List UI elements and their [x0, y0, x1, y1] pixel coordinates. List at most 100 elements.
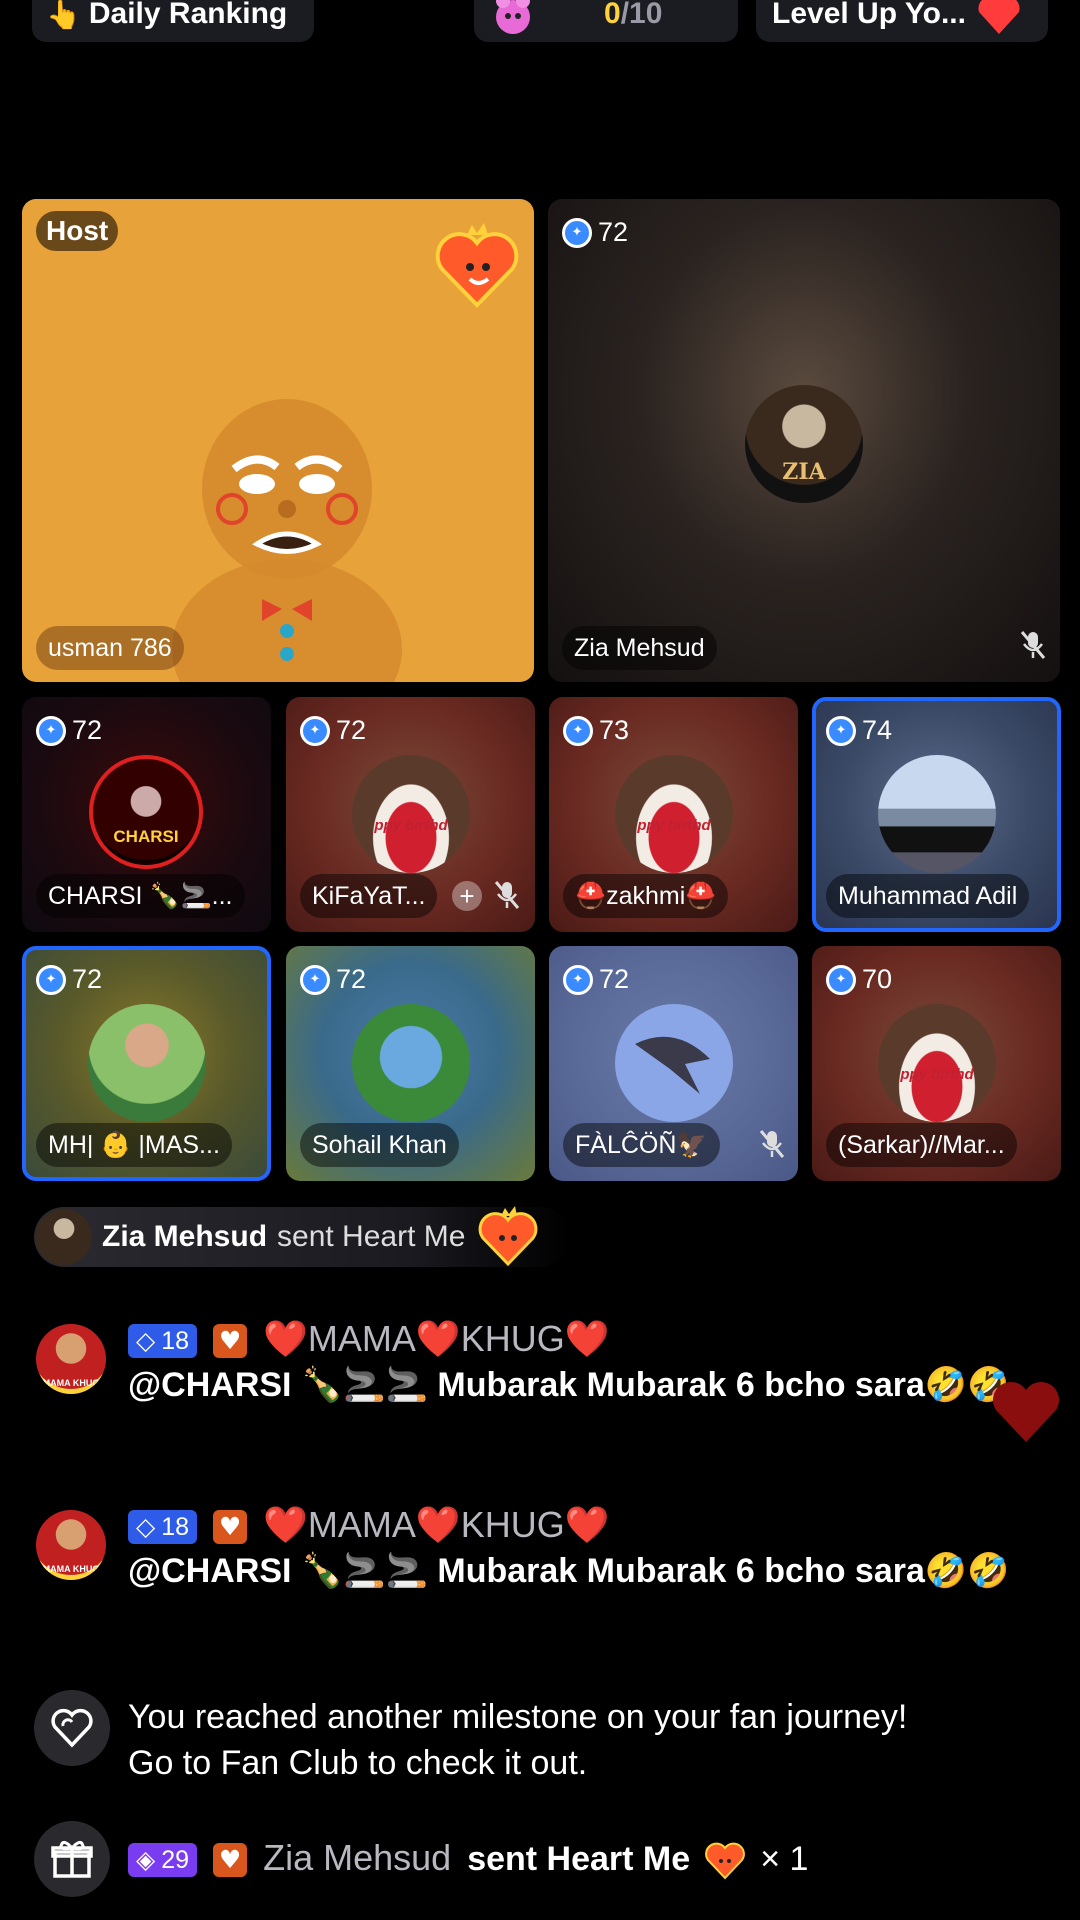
- seat-level: ✦ 72: [36, 715, 102, 746]
- cake-text: ppy birthd: [900, 1066, 974, 1083]
- seat-name: Zia Mehsud: [562, 626, 717, 670]
- gift-bunny-icon: [496, 0, 530, 34]
- seat-kifayat[interactable]: ✦ 72 ppy birthd KiFaYaT... +: [286, 697, 535, 932]
- host-name: usman 786: [36, 626, 184, 670]
- heart-icon: [978, 0, 1020, 34]
- level-star-icon: ✦: [563, 964, 593, 995]
- host-seat[interactable]: Host usman 786: [22, 199, 534, 682]
- seat-falcon[interactable]: ✦ 72 FÀLĈÖÑ🦅: [549, 946, 798, 1181]
- fan-club-badge: ♥: [213, 1324, 248, 1359]
- user-level-badge: ◇ 18: [128, 1510, 198, 1545]
- cake-text: ppy birthd: [637, 817, 711, 834]
- falcon-icon: [635, 1036, 710, 1094]
- chat-username: ❤️MAMA❤️KHUG❤️: [263, 1504, 610, 1545]
- seat-sarkar[interactable]: ✦ 70 ppy birthd (Sarkar)//Mar...: [812, 946, 1061, 1181]
- mic-muted-icon: [759, 1130, 785, 1158]
- gift-sender: Zia Mehsud: [102, 1220, 268, 1253]
- user-level-badge: ◈ 29: [128, 1843, 198, 1878]
- heart-badge-icon: ♥: [218, 1845, 242, 1875]
- pointing-hand-icon: 👆: [46, 0, 81, 31]
- avatar: [36, 1209, 92, 1265]
- milestone-line1: You reached another milestone on your fa…: [128, 1698, 908, 1736]
- gift-notice-banner: Zia Mehsud sent Heart Me: [34, 1206, 570, 1267]
- car-city-avatar: [878, 755, 996, 873]
- seat-sohail-khan[interactable]: ✦ 72 Sohail Khan: [286, 946, 535, 1181]
- gift-count: × 1: [760, 1840, 809, 1878]
- chat-header: ◇ 18 ♥ ❤️MAMA❤️KHUG❤️: [128, 1316, 1048, 1362]
- crowned-heart-icon: [435, 223, 519, 308]
- avatar-logo-text: MAMA KHUG: [42, 1564, 100, 1574]
- seat-level: ✦ 72: [300, 964, 366, 995]
- avatar: ZIA: [745, 385, 863, 503]
- chat-message: ◇ 18 ♥ ❤️MAMA❤️KHUG❤️ @CHARSI 🍾🚬🚬 Mubarak…: [128, 1502, 1048, 1594]
- birthday-cake-avatar: ppy birthd: [878, 1004, 996, 1122]
- diamond-icon: ◇: [136, 1512, 156, 1542]
- gift-message: ◈ 29 ♥ Zia Mehsud sent Heart Me × 1: [128, 1835, 1058, 1882]
- birthday-cake-avatar: ppy birthd: [352, 755, 470, 873]
- seat-name: Sohail Khan: [300, 1123, 459, 1167]
- user-level-badge: ◇ 18: [128, 1324, 198, 1359]
- gift-sender: Zia Mehsud: [263, 1837, 452, 1878]
- chat-username: ❤️MAMA❤️KHUG❤️: [263, 1318, 610, 1359]
- fan-club-button[interactable]: [34, 1690, 110, 1766]
- seat-charsi[interactable]: ✦ 72 CHARSI CHARSI 🍾🚬...: [22, 697, 271, 932]
- seat-zia-mehsud[interactable]: ✦ 72 ZIA Zia Mehsud: [548, 199, 1060, 682]
- heart-outline-icon: [51, 1708, 93, 1748]
- seat-level: ✦ 72: [562, 217, 628, 248]
- seat-name: (Sarkar)//Mar...: [826, 1123, 1017, 1167]
- level-star-icon: ✦: [826, 715, 856, 746]
- gift-button[interactable]: [34, 1821, 110, 1897]
- avatar-logo-text: MAMA KHUG: [42, 1378, 100, 1388]
- level-star-icon: ✦: [300, 715, 330, 746]
- avatar-logo-text: ZIA: [782, 459, 826, 485]
- fan-club-badge: ♥: [213, 1510, 248, 1545]
- seat-level: ✦ 72: [300, 715, 366, 746]
- seat-name: MH| 👶 |MAS...: [36, 1123, 232, 1167]
- chat-message: ◇ 18 ♥ ❤️MAMA❤️KHUG❤️ @CHARSI 🍾🚬🚬 Mubarak…: [128, 1316, 1048, 1408]
- chat-avatar[interactable]: MAMA KHUG: [36, 1510, 106, 1580]
- seat-level: ✦ 73: [563, 715, 629, 746]
- seat-name: ⛑️zakhmi⛑️: [563, 874, 729, 918]
- level-star-icon: ✦: [826, 964, 856, 995]
- seat-level: ✦ 72: [563, 964, 629, 995]
- seat-level: ✦ 70: [826, 964, 892, 995]
- birthday-cake-avatar: ppy birthd: [615, 755, 733, 873]
- floating-heart-icon: [992, 1381, 1060, 1442]
- falcon-avatar: [615, 1004, 733, 1122]
- seat-name: Muhammad Adil: [826, 874, 1030, 918]
- level-star-icon: ✦: [300, 964, 330, 995]
- mic-muted-icon: [1020, 631, 1046, 659]
- seat-muhammad-adil[interactable]: ✦ 74 Muhammad Adil: [812, 697, 1061, 932]
- task-progress-button[interactable]: 0/10: [474, 0, 738, 42]
- level-up-button[interactable]: Level Up Yo...: [756, 0, 1048, 42]
- progress-current: 0: [604, 0, 621, 30]
- heart-badge-icon: ♥: [218, 1326, 242, 1356]
- gingerbread-avatar: [172, 399, 402, 682]
- chat-text: @CHARSI 🍾🚬🚬 Mubarak Mubarak 6 bcho sara🤣…: [128, 1552, 1010, 1590]
- seat-zakhmi[interactable]: ✦ 73 ppy birthd ⛑️zakhmi⛑️: [549, 697, 798, 932]
- gift-box-icon: [51, 1841, 93, 1878]
- seat-name: KiFaYaT...: [300, 874, 438, 918]
- heart-me-gift-icon: [479, 1206, 538, 1267]
- avatar: [352, 1004, 470, 1122]
- level-star-icon: ✦: [563, 715, 593, 746]
- level-star-icon: ✦: [562, 217, 592, 248]
- seat-name: FÀLĈÖÑ🦅: [563, 1123, 720, 1167]
- avatar: [88, 1004, 206, 1122]
- avatar-logo-text: CHARSI: [113, 827, 179, 846]
- follow-plus-button[interactable]: +: [452, 881, 482, 911]
- milestone-line2: Go to Fan Club to check it out.: [128, 1744, 588, 1782]
- fan-club-badge: ♥: [213, 1843, 248, 1878]
- cake-text: ppy birthd: [374, 817, 448, 834]
- chat-avatar[interactable]: MAMA KHUG: [36, 1324, 106, 1394]
- avatar: CHARSI: [89, 755, 203, 869]
- daily-ranking-button[interactable]: 👆 Daily Ranking: [32, 0, 314, 42]
- level-up-label: Level Up Yo...: [772, 0, 966, 30]
- diamond-icon: ◇: [136, 1326, 156, 1356]
- mic-muted-icon: [494, 881, 520, 909]
- diamond-icon: ◈: [136, 1845, 156, 1875]
- heart-me-gift-icon: [705, 1843, 746, 1880]
- seat-mh-mas[interactable]: ✦ 72 MH| 👶 |MAS...: [22, 946, 271, 1181]
- seat-level: ✦ 74: [826, 715, 892, 746]
- milestone-message[interactable]: You reached another milestone on your fa…: [128, 1694, 1058, 1786]
